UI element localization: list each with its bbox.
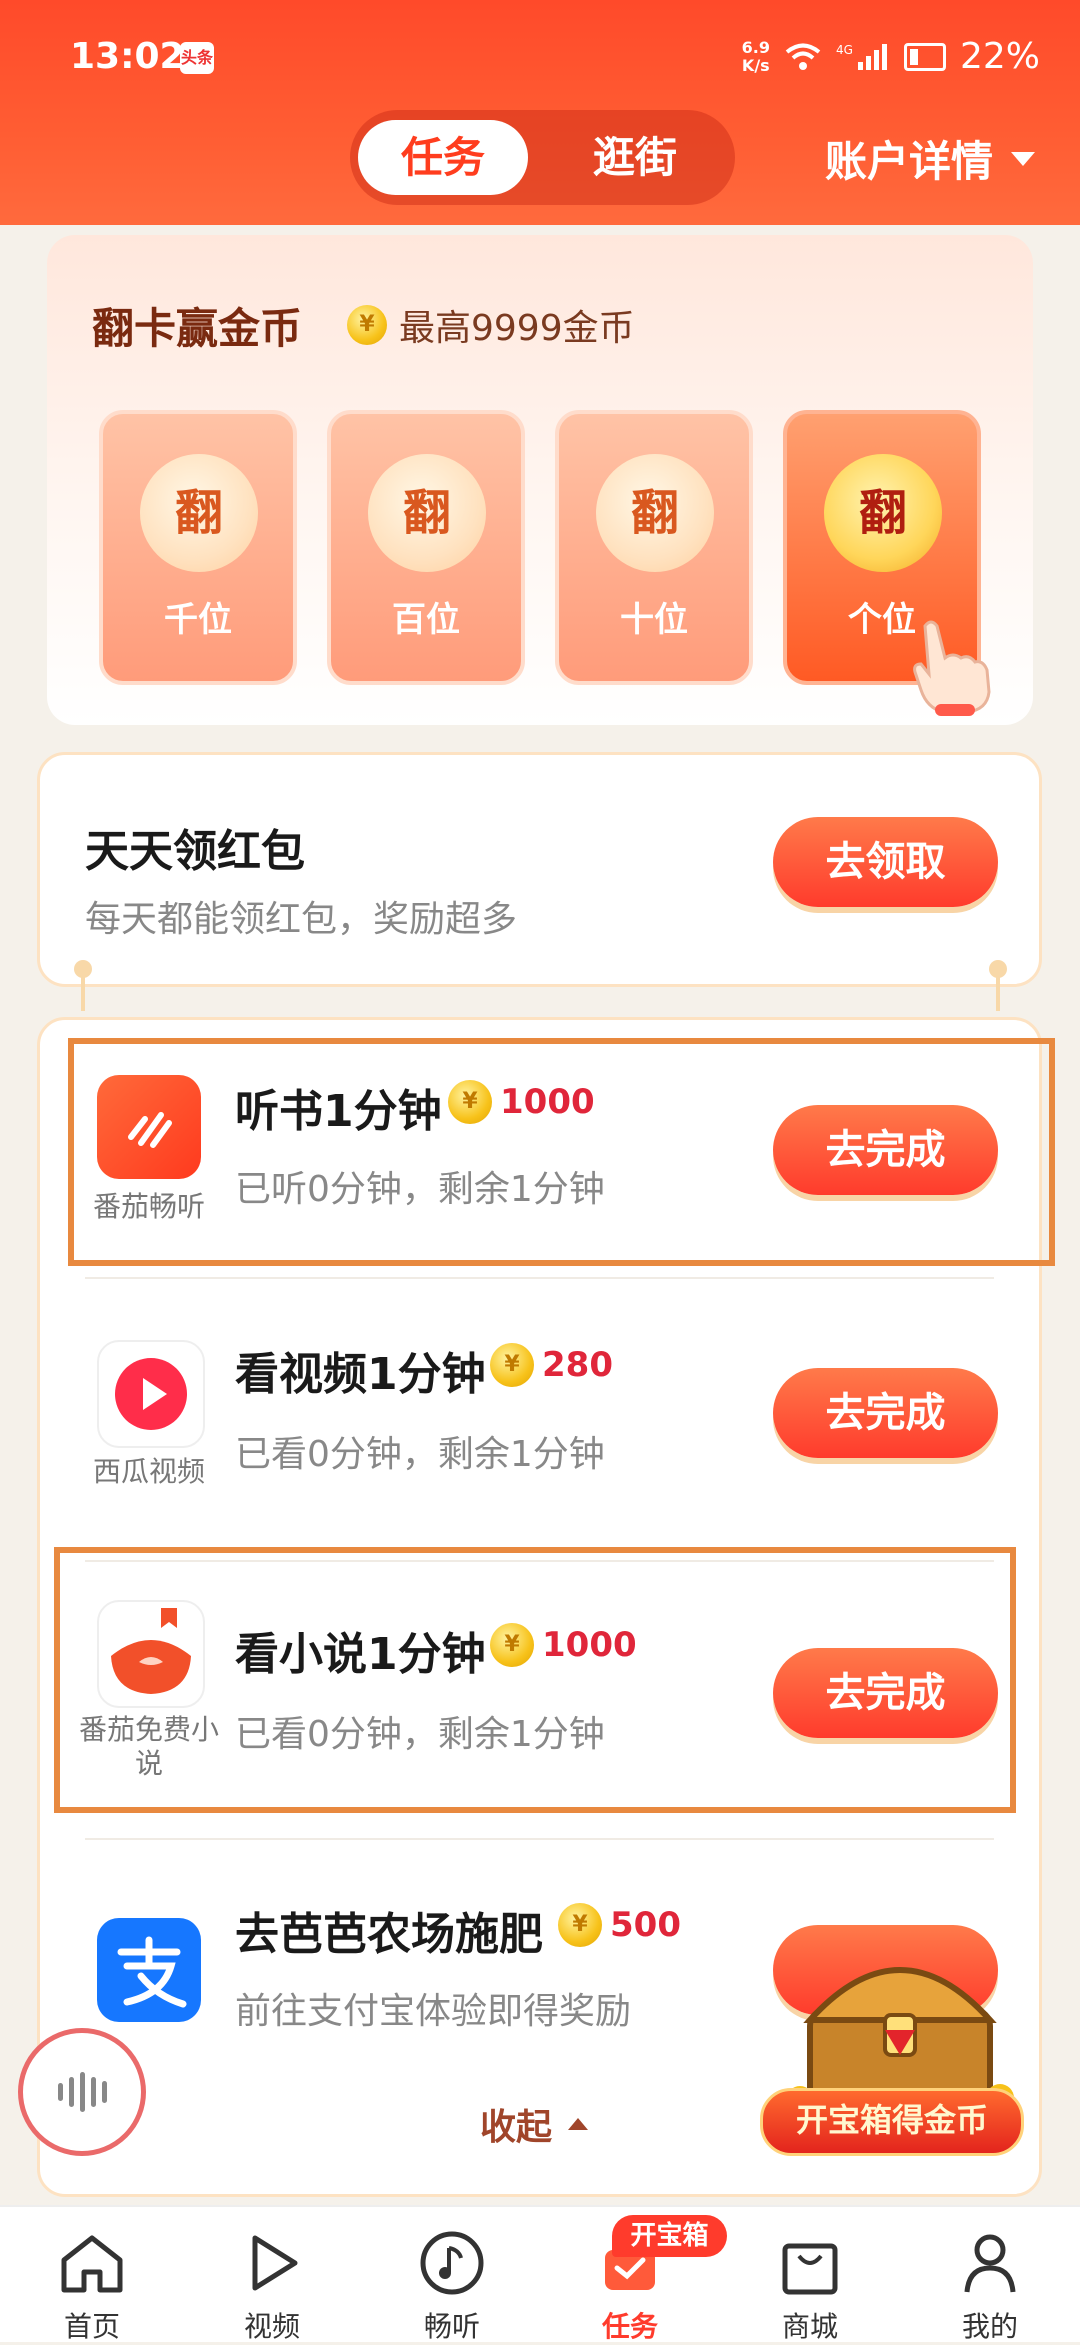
flip-card-max-reward: 最高9999金币 [399,308,635,349]
status-indicators: 6.9 K/s 4G 22% [742,36,1040,77]
tab-label: 任务 [601,2310,658,2343]
coin-icon: ¥ [490,1343,534,1387]
coin-icon: ¥ [347,305,387,345]
net-speed: 6.9 K/s [741,37,770,75]
signal-icon: 4G [836,43,887,70]
coin-icon: ¥ [558,1903,602,1947]
daily-red-packet-card: 天天领红包 每天都能领红包，奖励超多 去领取 [37,752,1042,987]
svg-text:4G: 4G [836,43,853,57]
tab-mall[interactable]: 商城 [750,2227,870,2345]
dropdown-arrow-icon [1011,151,1035,166]
bottom-tab-bar: 首页 视频 畅听 任务 商城 我的 [0,2205,1080,2345]
tab-video[interactable]: 视频 [212,2227,332,2345]
complete-task-button[interactable]: 去完成 [773,1368,998,1458]
tab-label: 我的 [961,2310,1018,2343]
open-chest-badge[interactable]: 开宝箱 [612,2215,727,2257]
red-packet-title: 天天领红包 [85,826,305,877]
top-tab-switch: 任务 逛街 [350,110,735,205]
collapse-button[interactable]: 收起 [480,2098,589,2150]
flip-slot-label: 百位 [392,600,460,640]
account-details-label: 账户详情 [824,137,993,186]
divider [85,1277,994,1279]
header-bar: 13:02 头条 6.9 K/s 4G 22% 任务 逛街 账户详情 [0,0,1080,225]
account-details-button[interactable]: 账户详情 [825,128,1035,189]
claim-red-packet-button[interactable]: 去领取 [773,817,998,907]
app-name-label: 西瓜视频 [92,1455,205,1488]
pointing-hand-icon [913,620,991,716]
task-progress: 已看0分钟，剩余1分钟 [235,1434,605,1475]
voice-float-button[interactable] [18,2028,146,2156]
flip-disc: 翻 [824,454,942,572]
wifi-icon [785,43,821,70]
task-title: 看视频1分钟 [235,1349,486,1400]
task-reward: ¥ 280 [490,1343,613,1387]
divider [85,1838,994,1840]
flip-card-panel: 翻卡赢金币 ¥ 最高9999金币 翻 千位 翻 百位 翻 十位 翻 个位 [47,235,1033,725]
waveform-icon [57,2083,63,2101]
task-progress: 前往支付宝体验即得奖励 [235,1991,632,2032]
status-bar: 13:02 头条 6.9 K/s 4G 22% [70,30,1040,90]
flip-slot-hundreds[interactable]: 翻 百位 [327,410,525,685]
tab-mine[interactable]: 我的 [930,2227,1050,2345]
flip-slot-label: 千位 [164,600,232,640]
tab-label: 首页 [63,2310,120,2343]
card-connector [996,975,1000,1011]
reward-amount: 500 [610,1905,681,1945]
flip-card-title: 翻卡赢金币 [92,304,303,353]
flip-slot-label: 十位 [620,600,688,640]
tab-tasks[interactable]: 任务 [358,120,528,195]
play-icon [252,2235,298,2291]
tab-label: 畅听 [423,2310,480,2343]
highlight-box [54,1547,1016,1813]
tab-label: 商城 [781,2310,838,2343]
shopping-bag-icon [782,2243,838,2295]
person-icon [964,2234,1016,2293]
tab-listen[interactable]: 畅听 [392,2227,512,2345]
home-icon [61,2235,123,2293]
music-disc-icon [420,2231,484,2295]
flip-disc: 翻 [596,454,714,572]
chevron-up-icon [568,2118,589,2130]
flip-disc: 翻 [140,454,258,572]
tab-home[interactable]: 首页 [32,2227,152,2345]
flip-card-subtitle: ¥ 最高9999金币 [347,299,635,351]
reward-amount: 280 [542,1345,613,1385]
collapse-label: 收起 [480,2107,553,2148]
open-chest-label[interactable]: 开宝箱得金币 [760,2088,1024,2156]
alipay-icon [97,1918,201,2022]
task-title: 去芭芭农场施肥 [235,1909,543,1960]
red-packet-desc: 每天都能领红包，奖励超多 [85,899,518,940]
xigua-video-icon [97,1340,205,1448]
flip-slot-thousands[interactable]: 翻 千位 [99,410,297,685]
tab-shopping[interactable]: 逛街 [550,120,720,195]
flip-slot-tens[interactable]: 翻 十位 [555,410,753,685]
flip-disc: 翻 [368,454,486,572]
task-reward: ¥ 500 [558,1903,681,1947]
tab-label: 视频 [243,2310,300,2343]
battery-percent: 22% [959,36,1040,77]
card-connector [81,975,85,1011]
status-time: 13:02 [70,36,185,77]
highlight-box [68,1038,1055,1266]
toutiao-notification-icon: 头条 [180,42,214,74]
battery-icon [903,42,946,71]
